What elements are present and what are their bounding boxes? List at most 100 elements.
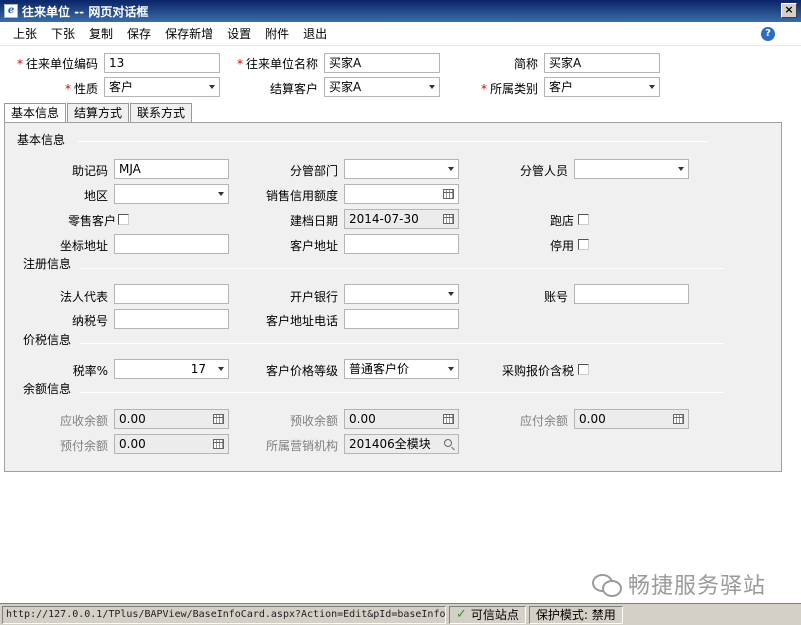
runaway-checkbox[interactable]	[578, 214, 589, 225]
taxno-input[interactable]	[114, 309, 229, 329]
calculator-icon[interactable]	[443, 189, 454, 199]
title-bar: e 往来单位 -- 网页对话框 ×	[0, 0, 801, 22]
org-input[interactable]: 201406全模块	[344, 434, 459, 454]
menu-next[interactable]: 下张	[44, 25, 82, 42]
taxno-label: 纳税号	[71, 314, 108, 328]
chevron-down-icon	[448, 367, 454, 371]
rate-select[interactable]: 17	[114, 359, 229, 379]
settle-label: 结算客户	[269, 82, 318, 96]
mnemonic-label: 助记码	[71, 164, 108, 178]
toolbar: 上张 下张 复制 保存 保存新增 设置 附件 退出	[0, 22, 801, 46]
coord-input[interactable]	[114, 234, 229, 254]
menu-attachment[interactable]: 附件	[258, 25, 296, 42]
search-icon[interactable]	[444, 439, 452, 447]
disabled-label: 停用	[549, 239, 574, 253]
price-level-select[interactable]: 普通客户价	[344, 359, 459, 379]
credit-label: 销售信用额度	[265, 189, 338, 203]
coord-label: 坐标地址	[59, 239, 108, 253]
menu-settings[interactable]: 设置	[220, 25, 258, 42]
nature-label: * 性质	[64, 82, 98, 96]
receivable-input: 0.00	[114, 409, 229, 429]
address-input[interactable]	[344, 234, 459, 254]
region-select[interactable]	[114, 184, 229, 204]
tab-contact[interactable]: 联系方式	[130, 103, 193, 123]
tab-basic-info[interactable]: 基本信息	[4, 103, 67, 124]
price-level-label: 客户价格等级	[265, 364, 338, 378]
name-label: * 往来单位名称	[236, 57, 318, 71]
chevron-down-icon	[218, 192, 224, 196]
org-label: 所属营销机构	[265, 439, 338, 453]
menu-copy[interactable]: 复制	[82, 25, 120, 42]
legal-label: 法人代表	[59, 290, 108, 304]
menu-save[interactable]: 保存	[120, 25, 158, 42]
staff-label: 分管人员	[519, 164, 568, 178]
account-label: 账号	[543, 290, 568, 304]
staff-select[interactable]	[574, 159, 689, 179]
code-label: * 往来单位编码	[16, 57, 98, 71]
dept-label: 分管部门	[289, 164, 338, 178]
advance-recv-input: 0.00	[344, 409, 459, 429]
menu-save-new[interactable]: 保存新增	[158, 25, 220, 42]
retail-label: 零售客户	[67, 214, 116, 228]
section-balance-title: 余额信息	[23, 382, 72, 396]
category-select[interactable]: 客户	[544, 77, 660, 97]
close-button[interactable]: ×	[781, 3, 797, 18]
calculator-icon	[673, 414, 684, 424]
legal-input[interactable]	[114, 284, 229, 304]
menu-exit[interactable]: 退出	[296, 25, 334, 42]
region-label: 地区	[83, 189, 108, 203]
calculator-icon	[213, 414, 224, 424]
watermark: 畅捷服务驿站	[592, 568, 766, 600]
payable-input: 0.00	[574, 409, 689, 429]
purchase-tax-label: 采购报价含税	[501, 364, 574, 378]
status-url: http://127.0.0.1/TPlus/BAPView/BaseInfoC…	[2, 605, 446, 624]
calculator-icon	[443, 414, 454, 424]
retail-checkbox[interactable]	[118, 214, 129, 225]
address-label: 客户地址	[289, 239, 338, 253]
help-icon[interactable]: ?	[761, 27, 775, 41]
settle-select[interactable]: 买家A	[324, 77, 440, 97]
addrphone-input[interactable]	[344, 309, 459, 329]
rate-label: 税率%	[72, 364, 108, 378]
calculator-icon	[213, 439, 224, 449]
divider	[78, 141, 708, 142]
check-icon: ✓	[456, 606, 467, 622]
mnemonic-input[interactable]: MJA	[114, 159, 229, 179]
section-basic-title: 基本信息	[17, 133, 66, 147]
account-input[interactable]	[574, 284, 689, 304]
code-input[interactable]: 13	[104, 53, 220, 73]
bank-select[interactable]	[344, 284, 459, 304]
divider	[80, 343, 724, 344]
addrphone-label: 客户地址电话	[265, 314, 338, 328]
disabled-checkbox[interactable]	[578, 239, 589, 250]
chevron-down-icon	[649, 85, 655, 89]
window-title: 往来单位 -- 网页对话框	[22, 4, 149, 19]
calendar-icon[interactable]	[443, 214, 454, 224]
chevron-down-icon	[448, 167, 454, 171]
created-date-input[interactable]: 2014-07-30	[344, 209, 459, 229]
created-label: 建档日期	[289, 214, 338, 228]
status-bar: http://127.0.0.1/TPlus/BAPView/BaseInfoC…	[0, 603, 801, 625]
payable-label: 应付余额	[519, 414, 568, 428]
chevron-down-icon	[209, 85, 215, 89]
bank-label: 开户银行	[289, 290, 338, 304]
short-label: 简称	[513, 57, 538, 71]
dept-select[interactable]	[344, 159, 459, 179]
receivable-label: 应收余额	[59, 414, 108, 428]
advance-recv-label: 预收余额	[289, 414, 338, 428]
security-zone[interactable]: ✓ 可信站点	[449, 605, 526, 624]
prepaid-label: 预付余额	[59, 439, 108, 453]
nature-select[interactable]: 客户	[104, 77, 220, 97]
category-label: * 所属类别	[480, 82, 538, 96]
tab-settlement[interactable]: 结算方式	[67, 103, 130, 123]
short-input[interactable]: 买家A	[544, 53, 660, 73]
purchase-tax-checkbox[interactable]	[578, 364, 589, 375]
credit-input[interactable]	[344, 184, 459, 204]
name-input[interactable]: 买家A	[324, 53, 440, 73]
runaway-label: 跑店	[549, 214, 574, 228]
tab-strip: 基本信息 结算方式 联系方式	[4, 103, 193, 124]
menu-prev[interactable]: 上张	[6, 25, 44, 42]
chevron-down-icon	[678, 167, 684, 171]
protected-mode[interactable]: 保护模式: 禁用	[528, 605, 623, 624]
chevron-down-icon	[218, 367, 224, 371]
